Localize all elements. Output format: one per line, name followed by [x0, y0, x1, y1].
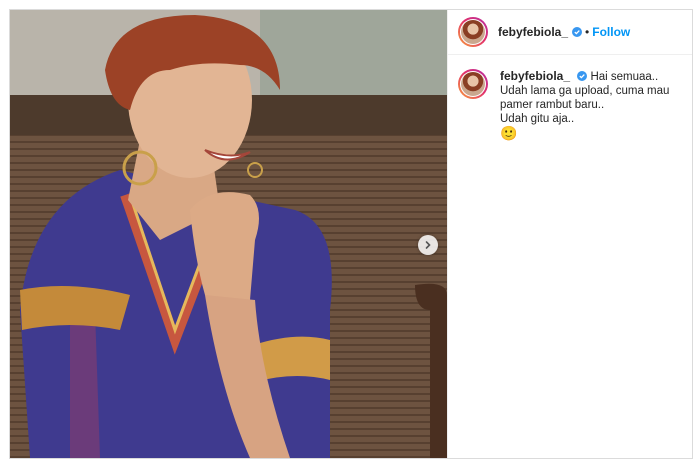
verified-badge-icon: [577, 70, 588, 81]
header-username[interactable]: febyfebiola_: [498, 25, 568, 39]
verified-badge-icon: [572, 27, 583, 37]
caption-avatar[interactable]: [458, 69, 488, 99]
separator-dot: •: [585, 25, 590, 39]
post-header: febyfebiola_ • Follow: [448, 10, 692, 55]
smile-emoji: 🙂: [500, 125, 518, 141]
caption-line: Udah gitu aja..: [500, 113, 575, 125]
chevron-right-icon: [425, 241, 431, 249]
next-photo-button[interactable]: [418, 235, 438, 255]
caption-line: Udah lama ga upload, cuma mau: [500, 85, 670, 97]
post-photo[interactable]: [10, 10, 447, 458]
instagram-post: febyfebiola_ • Follow febyfebiola_ Hai s…: [9, 9, 693, 459]
caption-text-first: Hai semuaa..: [590, 71, 659, 83]
avatar[interactable]: [458, 17, 488, 47]
follow-button[interactable]: Follow: [592, 25, 630, 39]
caption-body: febyfebiola_ Hai semuaa.. Udah lama ga u…: [500, 69, 669, 140]
caption-username[interactable]: febyfebiola_: [500, 69, 570, 83]
post-sidebar: febyfebiola_ • Follow febyfebiola_ Hai s…: [447, 10, 692, 458]
caption-line: pamer rambut baru..: [500, 99, 605, 111]
caption: febyfebiola_ Hai semuaa.. Udah lama ga u…: [448, 55, 692, 140]
